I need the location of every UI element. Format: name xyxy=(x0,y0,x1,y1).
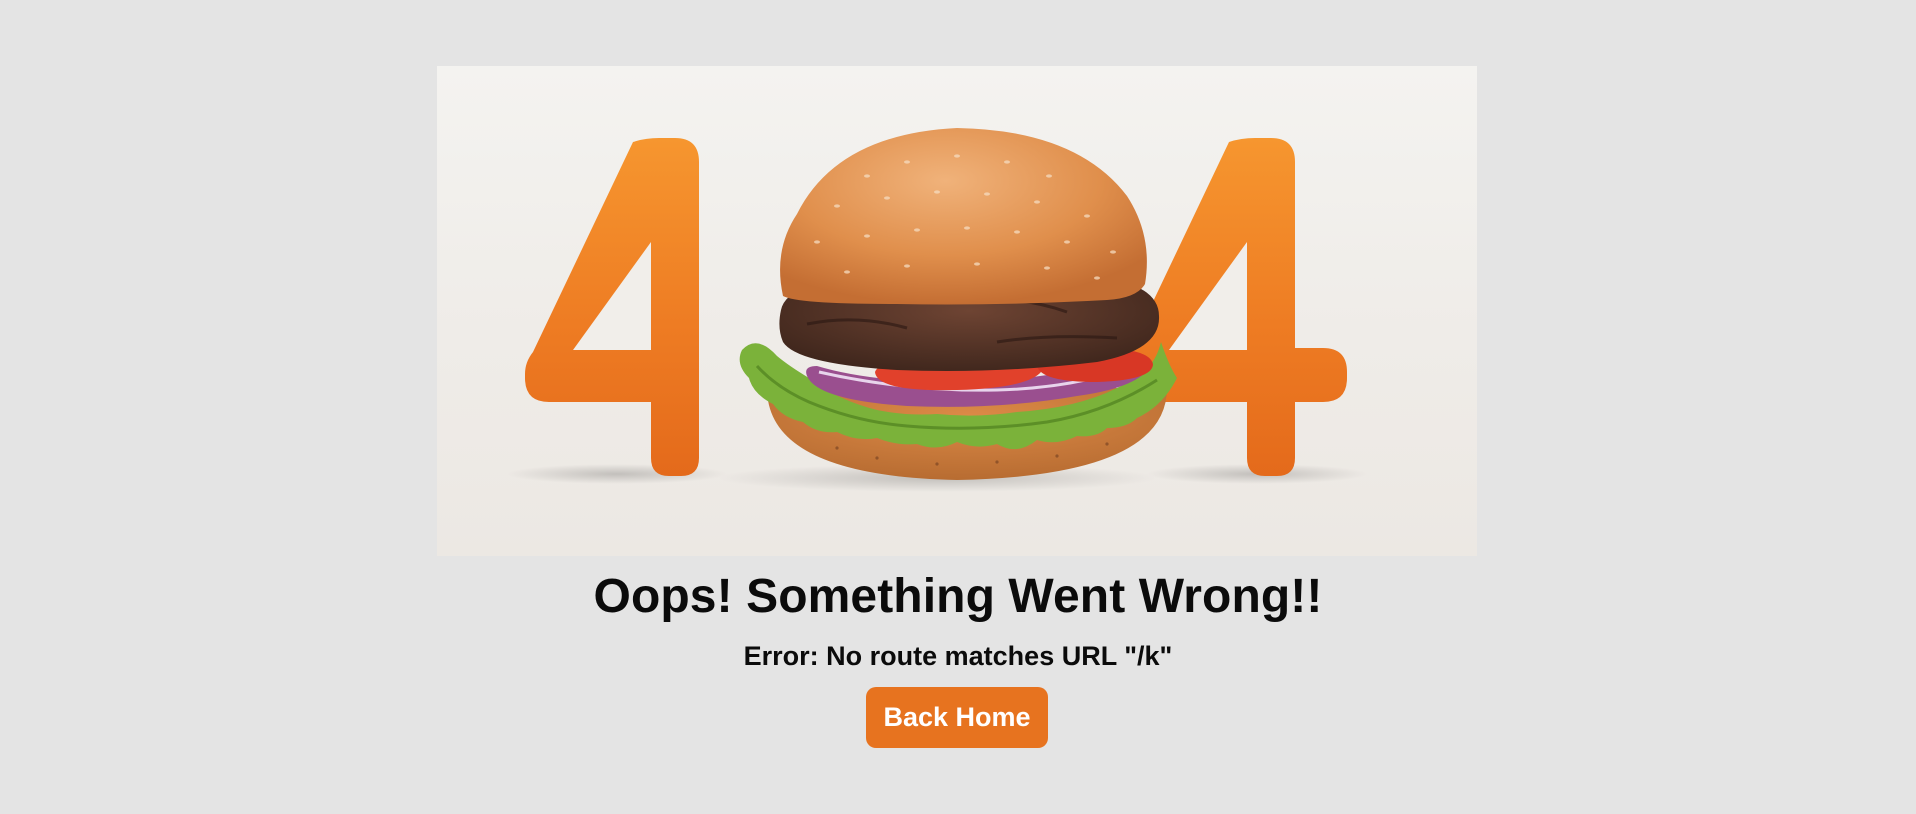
back-home-button[interactable]: Back Home xyxy=(866,687,1048,748)
page-title: Oops! Something Went Wrong!! xyxy=(593,570,1323,623)
burger-illustration xyxy=(739,128,1177,480)
digit-four-left xyxy=(525,138,699,476)
error-message: Error: No route matches URL "/k" xyxy=(743,641,1173,671)
error-page: 404 xyxy=(0,0,1916,814)
hero-404-illustration: 404 xyxy=(437,66,1477,556)
burger-404-icon xyxy=(507,128,1367,492)
